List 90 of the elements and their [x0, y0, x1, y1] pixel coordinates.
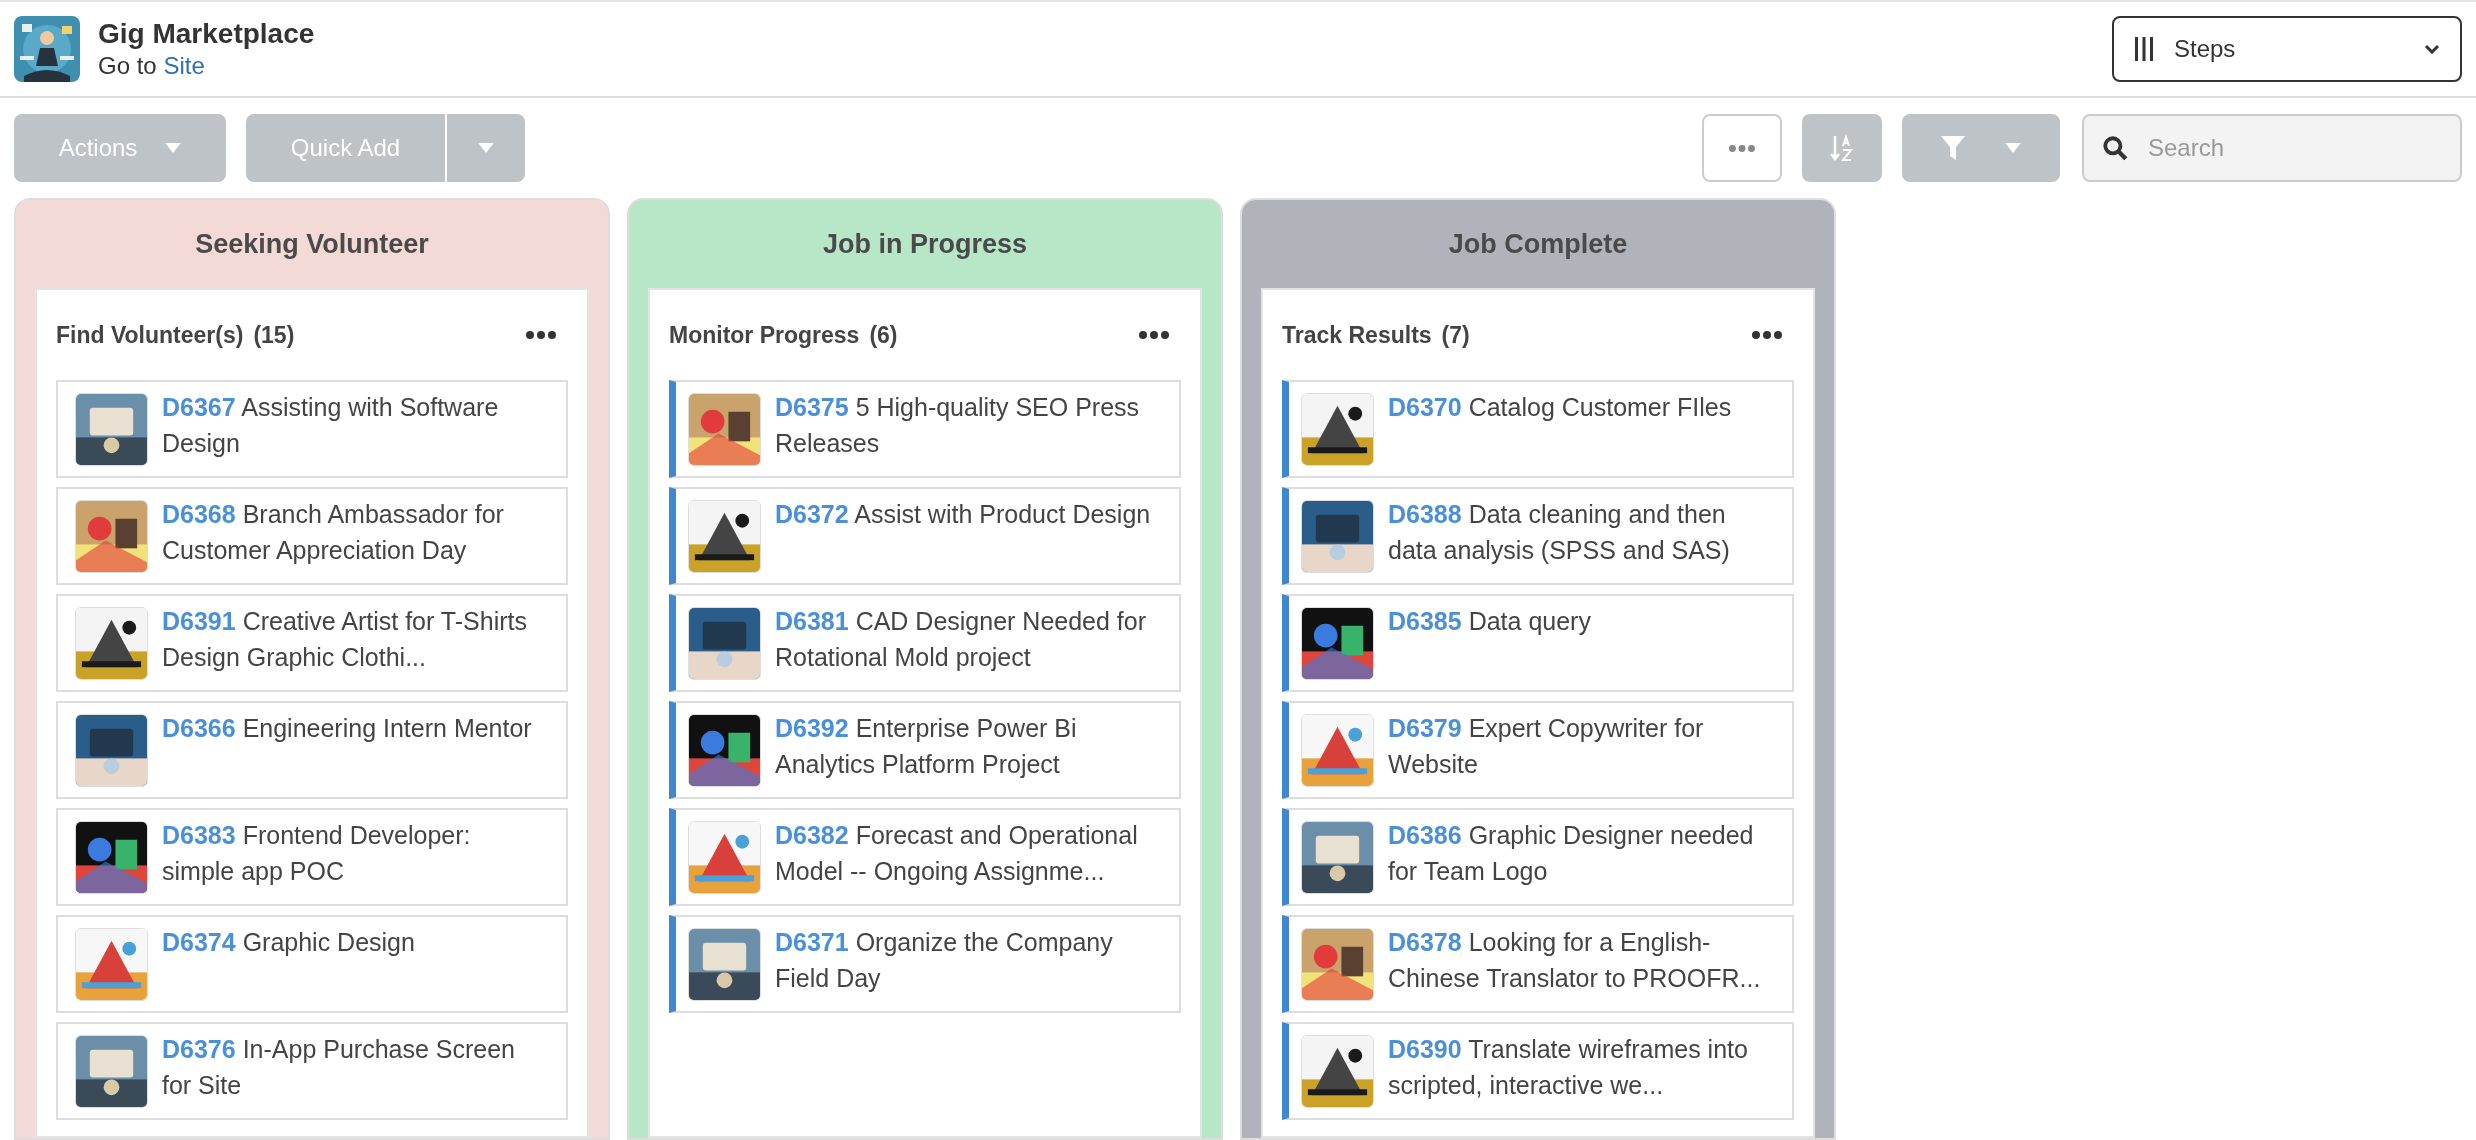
- card-title: D6367 Assisting with Software Design: [162, 392, 500, 459]
- more-icon[interactable]: [1139, 331, 1169, 339]
- go-to-site-text: Go to Site: [98, 51, 206, 81]
- card-title: D6392 Enterprise Power Bi Analytics Platform Project: [775, 713, 1078, 780]
- task-card[interactable]: D6388 Data cleaning and then data analysis (SPSS and SAS): [1282, 487, 1794, 585]
- task-card[interactable]: D6392 Enterprise Power Bi Analytics Platform Project: [669, 701, 1181, 799]
- item-count: (15): [253, 320, 295, 350]
- card-title: D6383 Frontend Developer: simple app POC: [162, 820, 472, 887]
- task-card[interactable]: D6382 Forecast and Operational Model -- Ongoing Assignme...: [669, 808, 1181, 906]
- filter-icon: [1941, 136, 1965, 160]
- panel-title: Monitor Progress: [669, 320, 860, 350]
- more-icon: [1729, 144, 1755, 152]
- task-card[interactable]: D6371 Organize the Company Field Day: [669, 915, 1181, 1013]
- card-title: D6378 Looking for a English-Chinese Translator to PROOFR...: [1388, 927, 1762, 994]
- filter-button[interactable]: [1902, 114, 2060, 182]
- task-card[interactable]: D6372 Assist with Product Design: [669, 487, 1181, 585]
- task-card[interactable]: D6381 CAD Designer Needed for Rotational Mold project: [669, 594, 1181, 692]
- task-id-link[interactable]: D6386: [1388, 821, 1462, 849]
- task-id-link[interactable]: D6374: [162, 928, 236, 956]
- card-title: D6368 Branch Ambassador for Customer Appreciation Day: [162, 499, 505, 566]
- task-card[interactable]: D6374 Graphic Design: [56, 915, 568, 1013]
- panel-title: Find Volunteer(s): [56, 320, 244, 350]
- card-title: D6391 Creative Artist for T-Shirts Design Graphic Clothi...: [162, 606, 528, 673]
- more-icon[interactable]: [1752, 331, 1782, 339]
- task-card[interactable]: D6390 Translate wireframes into scripted, interactive we...: [1282, 1022, 1794, 1120]
- column-title: Seeking Volunteer: [195, 227, 429, 261]
- task-id-link[interactable]: D6392: [775, 714, 849, 742]
- app-title: Gig Marketplace: [98, 17, 315, 51]
- task-id-link[interactable]: D6366: [162, 714, 236, 742]
- task-id-link[interactable]: D6375: [775, 393, 849, 421]
- view-select[interactable]: Steps: [2112, 16, 2462, 82]
- search-field[interactable]: Search: [2082, 114, 2462, 182]
- item-count: (7): [1441, 320, 1470, 350]
- card-title: D6388 Data cleaning and then data analysis (SPSS and SAS): [1388, 499, 1731, 566]
- task-card[interactable]: D6368 Branch Ambassador for Customer Appreciation Day: [56, 487, 568, 585]
- card-title: D6372 Assist with Product Design: [775, 499, 1152, 530]
- task-card[interactable]: D6391 Creative Artist for T-Shirts Design Graphic Clothi...: [56, 594, 568, 692]
- card-title: D6375 5 High-quality SEO Press Releases: [775, 392, 1141, 459]
- item-count: (6): [869, 320, 898, 350]
- search-icon: [2102, 135, 2128, 161]
- task-id-link[interactable]: D6367: [162, 393, 236, 421]
- task-id-link[interactable]: D6378: [1388, 928, 1462, 956]
- card-title: D6379 Expert Copywriter for Website: [1388, 713, 1705, 780]
- task-id-link[interactable]: D6370: [1388, 393, 1462, 421]
- task-card[interactable]: D6366 Engineering Intern Mentor: [56, 701, 568, 799]
- task-card[interactable]: D6385 Data query: [1282, 594, 1794, 692]
- card-title: D6374 Graphic Design: [162, 927, 416, 958]
- caret-icon: [165, 143, 182, 153]
- task-card[interactable]: D6376 In-App Purchase Screen for Site: [56, 1022, 568, 1120]
- column-title: Job Complete: [1448, 227, 1628, 261]
- card-title: D6370 Catalog Customer FIles: [1388, 392, 1733, 423]
- more-button[interactable]: [1702, 114, 1782, 182]
- task-card[interactable]: D6367 Assisting with Software Design: [56, 380, 568, 478]
- caret-icon: [478, 143, 494, 153]
- column-title: Job in Progress: [822, 227, 1028, 261]
- task-id-link[interactable]: D6381: [775, 607, 849, 635]
- card-title: D6381 CAD Designer Needed for Rotational Mold project: [775, 606, 1148, 673]
- task-id-link[interactable]: D6376: [162, 1035, 236, 1063]
- task-id-link[interactable]: D6371: [775, 928, 849, 956]
- task-id-link[interactable]: D6391: [162, 607, 236, 635]
- site-link[interactable]: Site: [163, 52, 205, 79]
- panel-title: Track Results: [1282, 320, 1432, 350]
- caret-icon: [2005, 143, 2021, 153]
- card-title: D6385 Data query: [1388, 606, 1592, 637]
- task-id-link[interactable]: D6368: [162, 500, 236, 528]
- task-id-link[interactable]: D6390: [1388, 1035, 1462, 1063]
- card-title: D6382 Forecast and Operational Model -- Ongoing Assignme...: [775, 820, 1139, 887]
- card-title: D6386 Graphic Designer needed for Team Logo: [1388, 820, 1755, 887]
- chevron-down-icon: [2424, 44, 2440, 54]
- task-id-link[interactable]: D6385: [1388, 607, 1462, 635]
- sort-icon: [1829, 134, 1855, 162]
- card-title: D6371 Organize the Company Field Day: [775, 927, 1114, 994]
- task-card[interactable]: D6378 Looking for a English-Chinese Translator to PROOFR...: [1282, 915, 1794, 1013]
- quick-add-dropdown-button[interactable]: [445, 114, 525, 182]
- task-id-link[interactable]: D6372: [775, 500, 849, 528]
- task-id-link[interactable]: D6383: [162, 821, 236, 849]
- task-card[interactable]: D6386 Graphic Designer needed for Team Logo: [1282, 808, 1794, 906]
- task-id-link[interactable]: D6388: [1388, 500, 1462, 528]
- more-icon[interactable]: [526, 331, 556, 339]
- task-card[interactable]: D6375 5 High-quality SEO Press Releases: [669, 380, 1181, 478]
- task-card[interactable]: D6383 Frontend Developer: simple app POC: [56, 808, 568, 906]
- card-title: D6376 In-App Purchase Screen for Site: [162, 1034, 516, 1101]
- task-id-link[interactable]: D6379: [1388, 714, 1462, 742]
- task-card[interactable]: D6379 Expert Copywriter for Website: [1282, 701, 1794, 799]
- card-title: D6390 Translate wireframes into scripted, interactive we...: [1388, 1034, 1749, 1101]
- task-card[interactable]: D6370 Catalog Customer FIles: [1282, 380, 1794, 478]
- card-title: D6366 Engineering Intern Mentor: [162, 713, 533, 744]
- sort-button[interactable]: [1802, 114, 1882, 182]
- columns-icon: [2134, 37, 2154, 61]
- task-id-link[interactable]: D6382: [775, 821, 849, 849]
